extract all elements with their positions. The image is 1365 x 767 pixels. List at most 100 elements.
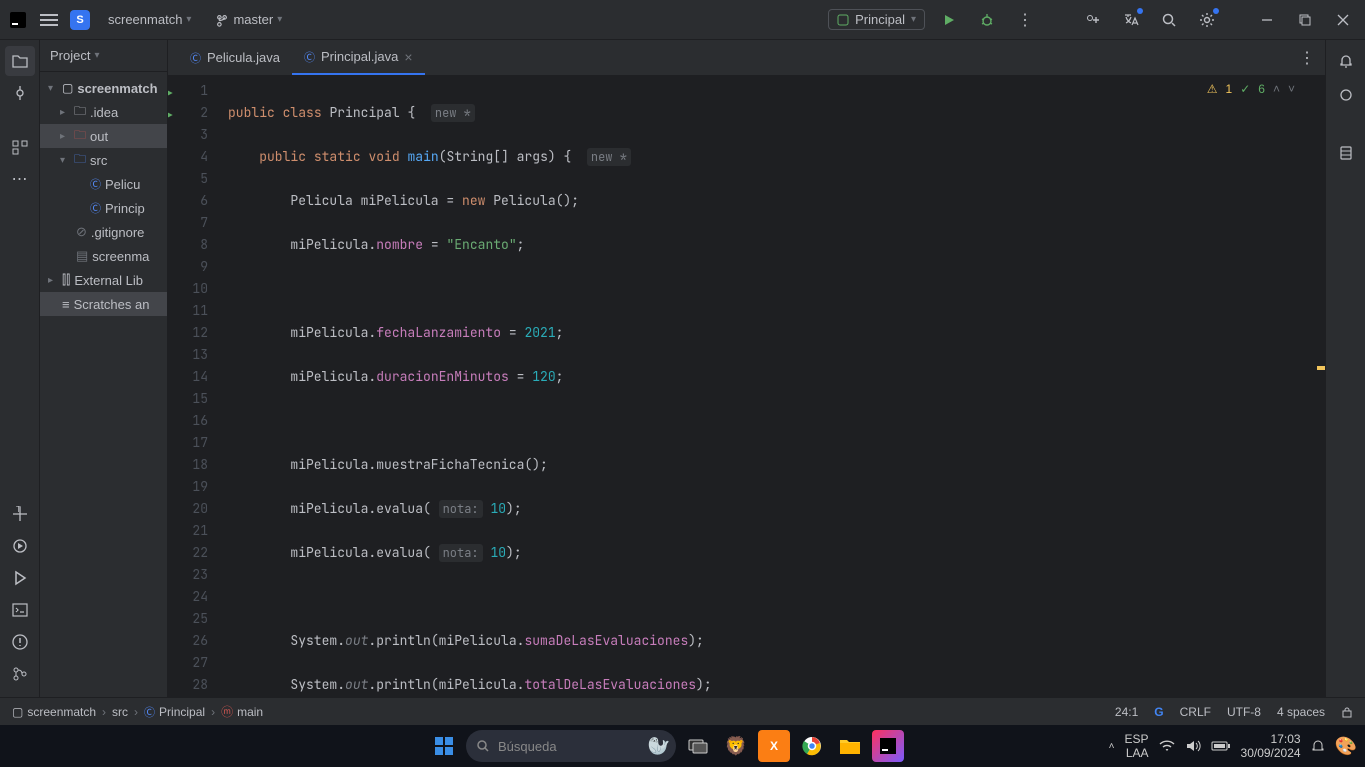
code-editor[interactable]: ▶1 ▶2 3 4 5 6 7 8 9 10 11 12 13 14 15 16… (168, 76, 1325, 697)
file-encoding[interactable]: UTF-8 (1227, 705, 1261, 719)
settings-icon[interactable] (1193, 6, 1221, 34)
run-tool-icon[interactable] (5, 563, 35, 593)
crumb-src[interactable]: src (112, 705, 128, 719)
readonly-lock-icon[interactable] (1341, 706, 1353, 718)
notification-bell-icon[interactable] (1311, 738, 1325, 754)
svg-text:T: T (16, 505, 21, 514)
tree-label: External Lib (74, 273, 143, 288)
structure-tool-icon[interactable] (5, 132, 35, 162)
chevron-down-icon: ▾ (911, 14, 916, 25)
crumb-class[interactable]: Ⓒ Principal (144, 704, 205, 720)
close-tab-icon[interactable]: × (404, 49, 412, 65)
inspection-widget[interactable]: ⚠1 ✓6 ˄ ˅ (1207, 82, 1295, 96)
tree-root[interactable]: ▾▢screenmatch (40, 76, 167, 100)
tree-idea[interactable]: ▸🗀.idea (40, 100, 167, 124)
project-panel-header[interactable]: Project ▾ (40, 40, 167, 72)
tree-gitignore[interactable]: ⊘.gitignore (40, 220, 167, 244)
app-brave-icon[interactable]: 🦁 (720, 730, 752, 762)
database-tool-icon[interactable] (1331, 138, 1361, 168)
tab-principal[interactable]: Ⓒ Principal.java × (292, 40, 425, 75)
chevron-down-icon: ▾ (94, 50, 99, 61)
app-explorer-icon[interactable] (834, 730, 866, 762)
git-branch-selector[interactable]: master ▾ (209, 8, 288, 31)
commit-tool-icon[interactable] (5, 78, 35, 108)
clock[interactable]: 17:03 30/09/2024 (1241, 732, 1301, 761)
services-tool-icon[interactable] (5, 531, 35, 561)
tree-iml[interactable]: ▤screenma (40, 244, 167, 268)
task-view-icon[interactable] (682, 730, 714, 762)
ok-count: 6 (1258, 82, 1265, 96)
project-selector[interactable]: screenmatch ▾ (102, 8, 197, 31)
cursor-position[interactable]: 24:1 (1115, 705, 1138, 719)
left-tool-rail: ⋯ T (0, 40, 40, 697)
tree-label: src (90, 153, 107, 168)
intellij-logo-icon (8, 10, 28, 30)
java-class-icon: Ⓒ (190, 50, 201, 66)
tab-label: Pelicula.java (207, 50, 280, 65)
windows-taskbar: Búsqueda 🦭 🦁 X ˄ ESP LAA 17:03 30/09/202… (0, 725, 1365, 767)
more-actions-icon[interactable]: ⋮ (1011, 6, 1039, 34)
start-menu-icon[interactable] (428, 730, 460, 762)
java-class-icon: Ⓒ (304, 49, 315, 65)
language-indicator[interactable]: ESP LAA (1125, 732, 1149, 761)
maximize-window-button[interactable] (1291, 6, 1319, 34)
terminal-tool-icon[interactable] (5, 595, 35, 625)
minimize-window-button[interactable] (1253, 6, 1281, 34)
notifications-icon[interactable] (1331, 46, 1361, 76)
project-tool-icon[interactable] (5, 46, 35, 76)
problems-tool-icon[interactable] (5, 627, 35, 657)
wifi-icon[interactable] (1159, 739, 1175, 753)
app-chrome-icon[interactable] (796, 730, 828, 762)
project-panel: Project ▾ ▾▢screenmatch ▸🗀.idea ▸🗀out ▾🗀… (40, 40, 168, 697)
run-config-selector[interactable]: Principal ▾ (828, 9, 925, 30)
tree-file-pelicula[interactable]: ⒸPelicu (40, 172, 167, 196)
run-button[interactable] (935, 6, 963, 34)
project-panel-title: Project (50, 48, 90, 63)
tree-src[interactable]: ▾🗀src (40, 148, 167, 172)
main-menu-icon[interactable] (40, 14, 58, 26)
project-tree: ▾▢screenmatch ▸🗀.idea ▸🗀out ▾🗀src ⒸPelic… (40, 72, 167, 320)
copilot-icon[interactable]: 🎨 (1335, 736, 1357, 757)
crumb-project[interactable]: ▢ screenmatch (12, 705, 96, 719)
ai-assistant-icon[interactable] (1331, 80, 1361, 110)
branch-name: master (233, 12, 273, 27)
right-tool-rail (1325, 40, 1365, 697)
tab-label: Principal.java (321, 49, 398, 64)
editor-tabs: Ⓒ Pelicula.java Ⓒ Principal.java × ⋮ (168, 40, 1325, 76)
close-window-button[interactable] (1329, 6, 1357, 34)
tree-label: Scratches an (74, 297, 150, 312)
project-badge[interactable]: S (70, 10, 90, 30)
app-intellij-icon[interactable] (872, 730, 904, 762)
search-animal-icon: 🦭 (648, 736, 670, 757)
taskbar-search[interactable]: Búsqueda 🦭 (466, 730, 676, 762)
debug-button[interactable] (973, 6, 1001, 34)
prev-highlight-icon[interactable]: ˄ (1273, 82, 1280, 96)
tray-chevron-icon[interactable]: ˄ (1109, 741, 1115, 752)
tree-out[interactable]: ▸🗀out (40, 124, 167, 148)
code-with-me-icon[interactable] (1079, 6, 1107, 34)
indent-setting[interactable]: 4 spaces (1277, 705, 1325, 719)
search-everywhere-icon[interactable] (1155, 6, 1183, 34)
volume-icon[interactable] (1185, 739, 1201, 753)
tabs-more-icon[interactable]: ⋮ (1299, 48, 1315, 68)
crumb-method[interactable]: ⓜ main (221, 703, 263, 720)
code-content[interactable]: public class Principal { new * public st… (228, 76, 1313, 697)
tree-scratches[interactable]: ≡Scratches an (40, 292, 167, 316)
battery-icon[interactable] (1211, 740, 1231, 752)
google-icon[interactable]: G (1154, 705, 1163, 719)
translate-icon[interactable] (1117, 6, 1145, 34)
todo-tool-icon[interactable]: T (5, 499, 35, 529)
tree-file-principal[interactable]: ⒸPrincip (40, 196, 167, 220)
more-tool-icon[interactable]: ⋯ (5, 164, 35, 194)
git-tool-icon[interactable] (5, 659, 35, 689)
app-xampp-icon[interactable]: X (758, 730, 790, 762)
tree-label: .gitignore (91, 225, 144, 240)
warning-icon: ⚠ (1207, 82, 1218, 96)
editor-scrollbar[interactable] (1313, 76, 1325, 697)
tab-pelicula[interactable]: Ⓒ Pelicula.java (178, 40, 292, 75)
check-icon: ✓ (1240, 82, 1250, 96)
line-separator[interactable]: CRLF (1180, 705, 1211, 719)
gutter: ▶1 ▶2 3 4 5 6 7 8 9 10 11 12 13 14 15 16… (168, 76, 228, 697)
next-highlight-icon[interactable]: ˅ (1288, 82, 1295, 96)
tree-external-libs[interactable]: ▸⫿⫿External Lib (40, 268, 167, 292)
